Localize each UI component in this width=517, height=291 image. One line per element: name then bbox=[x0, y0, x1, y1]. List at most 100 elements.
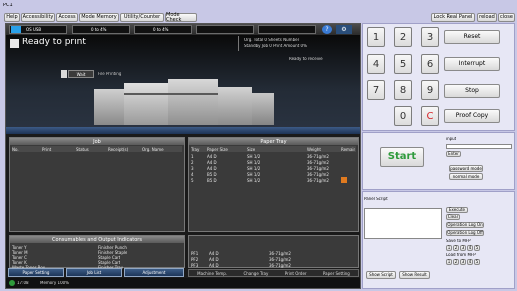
start-button[interactable]: Start bbox=[380, 147, 424, 167]
tab-toner-1[interactable]: 0 to 4% bbox=[72, 25, 130, 34]
operation-log-off-button[interactable]: Operation Log Off bbox=[446, 230, 484, 236]
save-slot-2[interactable]: 2 bbox=[453, 245, 459, 251]
tab-paper-setting[interactable]: Paper Setting bbox=[8, 268, 64, 277]
tab-adjustment[interactable]: Adjustment bbox=[124, 268, 184, 277]
usb-icon bbox=[11, 26, 21, 33]
proof-copy-button[interactable]: Proof Copy bbox=[444, 109, 500, 123]
script-textarea[interactable] bbox=[364, 208, 442, 239]
paper-col-remain: Remain bbox=[341, 146, 355, 152]
pf-1-weight: 36-71g/m2 bbox=[269, 250, 291, 256]
key-2[interactable]: 2 bbox=[394, 27, 412, 47]
paper-row-5-sh: SH 1/2 bbox=[247, 177, 261, 183]
load-slot-1[interactable]: 1 bbox=[446, 259, 452, 265]
mode-wait-button[interactable]: Wait bbox=[68, 70, 94, 78]
show-result-button[interactable]: Show Result bbox=[399, 271, 430, 279]
key-8[interactable]: 8 bbox=[394, 80, 412, 100]
pf-2-size: A4 D bbox=[209, 256, 219, 262]
paper-row-3-weight: 36-71g/m2 bbox=[307, 165, 329, 171]
key-5[interactable]: 5 bbox=[394, 54, 412, 74]
enter-button[interactable]: Enter bbox=[446, 151, 461, 157]
device-screen: OS USB 0 to 4% 0 to 4% ? ⚙ Ready to prin… bbox=[5, 23, 361, 289]
change-tray-indicator[interactable]: Change Tray bbox=[243, 271, 268, 276]
paper-row-3-tray: 3 bbox=[191, 165, 194, 171]
utility-counter-button[interactable]: Utility/Counter bbox=[120, 13, 164, 22]
mode-check-button[interactable]: Mode Check bbox=[165, 12, 197, 22]
key-6[interactable]: 6 bbox=[421, 54, 439, 74]
machine-temp-indicator[interactable]: Machine Temp. bbox=[197, 271, 227, 276]
key-4[interactable]: 4 bbox=[367, 54, 385, 74]
help-button[interactable]: Help bbox=[4, 13, 20, 22]
footer-time: 17:08 bbox=[17, 281, 29, 285]
reload-button[interactable]: reload bbox=[477, 13, 497, 22]
paper-row-4-tray: 4 bbox=[191, 171, 194, 177]
status-subtitle: Ready to receive bbox=[289, 57, 323, 61]
help-circle-icon[interactable]: ? bbox=[322, 25, 332, 34]
pf-1-label: PF1 bbox=[191, 250, 199, 256]
clear-button[interactable]: Clear bbox=[446, 214, 460, 220]
key-0[interactable]: 0 bbox=[394, 106, 412, 126]
pf-2-label: PF2 bbox=[191, 256, 199, 262]
mode-wait-label: Wait bbox=[76, 71, 86, 77]
tab-job-list[interactable]: Job List bbox=[66, 268, 122, 277]
settings-icon[interactable]: ⚙ bbox=[336, 25, 352, 34]
tab-3[interactable] bbox=[196, 25, 254, 34]
lock-real-panel-button[interactable]: Lock Real Panel bbox=[431, 13, 475, 22]
paper-row-5-size: B5 D bbox=[207, 177, 217, 183]
pf-3-weight: 36-71g/m2 bbox=[269, 262, 291, 268]
mode-memory-button[interactable]: Mode Memory bbox=[79, 13, 119, 22]
execute-button[interactable]: Execute bbox=[446, 207, 468, 213]
job-col-print: Print bbox=[42, 146, 52, 152]
job-panel-header: Job bbox=[10, 138, 184, 145]
paper-row-1-sh: SH 1/2 bbox=[247, 153, 261, 159]
key-clear[interactable]: C bbox=[421, 106, 439, 126]
footer-message: Memory 100% bbox=[40, 281, 69, 285]
pf-row[interactable]: PF3 A4 D 36-71g/m2 bbox=[191, 262, 356, 268]
key-3[interactable]: 3 bbox=[421, 27, 439, 47]
paper-row-2-sh: SH 1/2 bbox=[247, 159, 261, 165]
paper-col-tray: Tray bbox=[191, 146, 200, 152]
consumables-panel: Consumables and Output Indicators Toner … bbox=[9, 235, 185, 270]
tab-4[interactable] bbox=[258, 25, 316, 34]
close-button[interactable]: close bbox=[498, 13, 515, 22]
consumables-panel-title: Consumables and Output Indicators bbox=[52, 236, 142, 243]
key-7[interactable]: 7 bbox=[367, 80, 385, 100]
pf-3-label: PF3 bbox=[191, 262, 199, 268]
window-title: PC1 bbox=[3, 3, 13, 8]
stop-button[interactable]: Stop bbox=[444, 84, 500, 98]
pf-panel: PF1 A4 D 36-71g/m2 PF2 A4 D 36-71g/m2 PF3 A4 … bbox=[188, 235, 359, 268]
job-list-panel: Job No. Print Status Receipt(s) Org. Nam… bbox=[9, 137, 185, 232]
key-9[interactable]: 9 bbox=[421, 80, 439, 100]
load-slot-4[interactable]: 4 bbox=[467, 259, 473, 265]
job-table-header: No. Print Status Receipt(s) Org. Name bbox=[12, 146, 182, 152]
number-input[interactable] bbox=[446, 144, 512, 149]
device-tab-bar: OS USB 0 to 4% 0 to 4% ? ⚙ bbox=[6, 24, 360, 35]
paper-col-weight: Weight bbox=[307, 146, 321, 152]
paper-row[interactable]: 5 B5 D SH 1/2 36-71g/m2 bbox=[191, 177, 356, 183]
status-area: Ready to print Org. Total 0 Sheets Numbe… bbox=[6, 35, 360, 134]
paper-row-5-tray: 5 bbox=[191, 177, 194, 183]
access-button[interactable]: Access bbox=[56, 13, 78, 22]
load-slot-2[interactable]: 2 bbox=[453, 259, 459, 265]
save-slot-5[interactable]: 5 bbox=[474, 245, 480, 251]
tab-toner-2[interactable]: 0 to 4% bbox=[134, 25, 192, 34]
paper-setting-indicator[interactable]: Paper Setting bbox=[323, 271, 350, 276]
reset-button[interactable]: Reset bbox=[444, 30, 500, 44]
paper-row-1-weight: 36-71g/m2 bbox=[307, 153, 329, 159]
save-slot-1[interactable]: 1 bbox=[446, 245, 452, 251]
show-script-button[interactable]: Show Script bbox=[366, 271, 396, 279]
job-col-no: No. bbox=[12, 146, 19, 152]
key-1[interactable]: 1 bbox=[367, 27, 385, 47]
password-mode-button[interactable]: password mode bbox=[449, 165, 483, 172]
print-order-indicator[interactable]: Print Order bbox=[285, 271, 307, 276]
interrupt-button[interactable]: Interrupt bbox=[444, 57, 500, 71]
accessibility-button[interactable]: Accessibility bbox=[21, 13, 55, 22]
paper-row-1-tray: 1 bbox=[191, 153, 194, 159]
save-slot-3[interactable]: 3 bbox=[460, 245, 466, 251]
save-to-mfp-label: Save to MFP bbox=[446, 239, 471, 243]
load-slot-3[interactable]: 3 bbox=[460, 259, 466, 265]
operation-log-on-button[interactable]: Operation Log On bbox=[446, 222, 484, 228]
load-slot-5[interactable]: 5 bbox=[474, 259, 480, 265]
status-footer-strip bbox=[6, 127, 360, 134]
normal-mode-button[interactable]: normal mode bbox=[449, 173, 483, 180]
save-slot-4[interactable]: 4 bbox=[467, 245, 473, 251]
